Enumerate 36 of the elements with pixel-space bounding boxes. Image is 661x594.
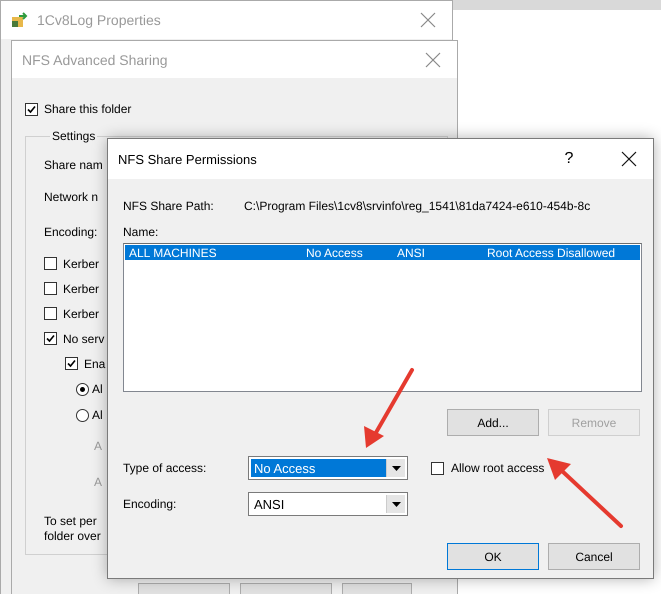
checkbox-label: Kerber xyxy=(63,306,100,320)
ok-button[interactable]: OK xyxy=(447,543,539,570)
window-title: NFS Share Permissions xyxy=(118,152,258,166)
help-button[interactable]: ? xyxy=(555,145,583,173)
list-cell-text: No Access xyxy=(306,246,364,260)
checkbox-label: Ena xyxy=(84,356,106,370)
radio-label: Al xyxy=(92,408,103,422)
list-cell-text: Root Access Disallowed xyxy=(487,246,616,260)
add-button[interactable]: Add... xyxy=(447,409,539,436)
window-title: 1Cv8Log Properties xyxy=(37,12,162,28)
field-label: Type of access: xyxy=(123,461,208,475)
window-title: NFS Advanced Sharing xyxy=(22,52,169,68)
checkbox-label: Kerber xyxy=(63,282,100,296)
cancel-button[interactable]: Cancel xyxy=(548,543,640,570)
checkbox-label: Share this folder xyxy=(44,102,132,116)
field-label: A xyxy=(94,439,102,453)
checkbox-label: No serv xyxy=(63,332,104,346)
list-cell-text: ANSI xyxy=(397,246,426,260)
radio-label: Al xyxy=(92,382,103,396)
field-label: Network n xyxy=(44,190,98,204)
access-type-dropdown[interactable]: No Access xyxy=(248,456,408,480)
note-text: To set per folder over xyxy=(44,514,102,544)
list-box[interactable]: ALL MACHINES No Access ANSI Root Access Disallowed xyxy=(123,243,642,392)
field-label: Encoding: xyxy=(123,497,178,511)
checkbox-label: Kerber xyxy=(63,256,100,270)
field-label: Encoding: xyxy=(44,225,98,239)
field-label: Share nam xyxy=(44,158,103,172)
encoding-dropdown[interactable]: ANSI xyxy=(248,492,408,516)
list-row[interactable]: ALL MACHINES No Access ANSI Root Access Disallowed xyxy=(125,245,640,260)
list-cell-text: ALL MACHINES xyxy=(129,246,218,260)
checkbox-label: Allow root access xyxy=(451,461,544,475)
field-label: A xyxy=(94,475,102,489)
group-title: Settings xyxy=(51,129,96,143)
field-label: NFS Share Path: xyxy=(123,199,215,213)
path-text: C:\Program Files\1cv8\srvinfo\reg_1541\81da7424-e610-454b-8c xyxy=(244,199,590,213)
field-label: Name: xyxy=(123,225,160,241)
